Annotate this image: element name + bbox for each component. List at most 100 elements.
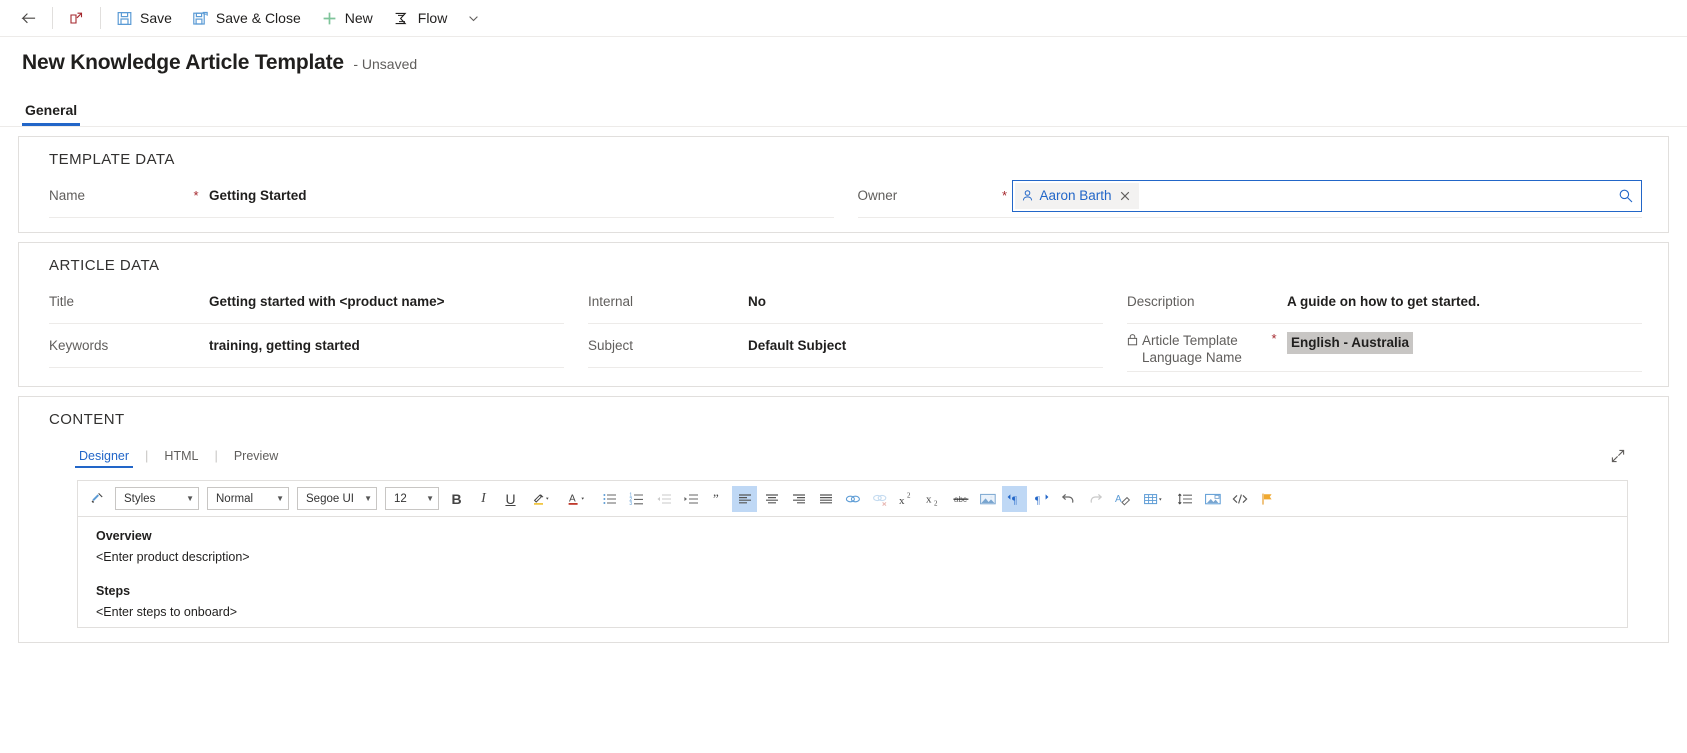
owner-pill-name: Aaron Barth (1039, 188, 1112, 203)
insert-link-icon[interactable] (840, 486, 865, 512)
editor-content-area[interactable]: Overview <Enter product description> Ste… (78, 517, 1627, 627)
form-tab-strip: General (0, 93, 1687, 127)
align-left-icon[interactable] (732, 485, 757, 512)
rich-text-editor: Styles ▼ Normal ▼ Segoe UI ▼ 12 ▼ B I U (77, 480, 1628, 628)
text-highlight-icon[interactable] (525, 486, 559, 512)
decrease-indent-icon[interactable] (651, 486, 676, 512)
redo-icon[interactable] (1083, 486, 1108, 512)
save-label: Save (140, 10, 172, 26)
italic-button[interactable]: I (471, 486, 496, 512)
chevron-down-icon: ▼ (426, 494, 434, 503)
chevron-down-icon: ▼ (364, 494, 372, 503)
font-color-icon[interactable]: A (561, 486, 595, 512)
chevron-down-icon (467, 12, 480, 25)
owner-lookup-input[interactable]: Aaron Barth (1011, 179, 1642, 212)
subscript-icon[interactable]: x2 (921, 486, 946, 512)
field-value-name[interactable]: Getting Started (203, 187, 834, 205)
right-to-left-icon[interactable]: ¶ (1029, 486, 1054, 512)
line-spacing-icon[interactable] (1173, 486, 1198, 512)
editor-heading-overview: Overview (96, 529, 152, 543)
save-button[interactable]: Save (106, 0, 182, 37)
bulleted-list-icon[interactable] (597, 486, 622, 512)
close-icon[interactable] (1118, 190, 1132, 202)
svg-text:¶: ¶ (1035, 494, 1040, 506)
bold-button[interactable]: B (444, 486, 469, 512)
field-label-keywords: Keywords (49, 338, 109, 353)
align-justify-icon[interactable] (813, 486, 838, 512)
field-row-article-template-language-name: Article Template Language Name * English… (1127, 324, 1642, 372)
field-value-article-template-language-name[interactable]: English - Australia (1287, 332, 1414, 354)
popout-button[interactable] (58, 0, 95, 37)
tab-preview[interactable]: Preview (232, 449, 280, 468)
field-row-description: Description A guide on how to get starte… (1127, 280, 1642, 324)
editor-tab-strip: Designer | HTML | Preview (33, 434, 1654, 468)
field-label-internal: Internal (588, 294, 634, 309)
paragraph-format-select[interactable]: Normal ▼ (207, 487, 289, 510)
insert-picture-icon[interactable] (1200, 486, 1225, 512)
insert-table-icon[interactable] (1137, 486, 1171, 512)
flow-chevron-button[interactable] (457, 0, 490, 37)
field-label-text: Article Template Language Name (1142, 333, 1242, 365)
undo-icon[interactable] (1056, 486, 1081, 512)
field-value-keywords[interactable]: training, getting started (203, 337, 564, 355)
section-article-data-title: ARTICLE DATA (49, 257, 160, 274)
remove-link-icon[interactable] (867, 486, 892, 512)
search-icon[interactable] (1618, 188, 1634, 204)
field-row-subject: Subject Default Subject (588, 324, 1103, 368)
field-row-title: Title Getting started with <product name… (49, 280, 564, 324)
strikethrough-icon[interactable]: abc (948, 486, 973, 512)
align-center-icon[interactable] (759, 486, 784, 512)
editor-paragraph-steps-onboard: <Enter steps to onboard> (96, 605, 238, 619)
field-value-description[interactable]: A guide on how to get started. (1281, 293, 1642, 311)
field-label-subject: Subject (588, 338, 634, 353)
save-and-close-button[interactable]: Save & Close (182, 0, 311, 37)
left-to-right-icon[interactable]: ¶ (1002, 485, 1027, 512)
code-view-icon[interactable] (1227, 486, 1252, 512)
required-marker: * (193, 187, 199, 203)
numbered-list-icon[interactable]: 123 (624, 486, 649, 512)
field-value-subject[interactable]: Default Subject (742, 337, 1103, 355)
tab-designer[interactable]: Designer (74, 449, 134, 468)
field-label-description: Description (1127, 294, 1195, 309)
required-marker: * (1001, 187, 1008, 203)
field-row-owner: Owner * Aaron Barth (857, 174, 1642, 218)
increase-indent-icon[interactable] (678, 486, 703, 512)
flag-icon[interactable] (1254, 486, 1279, 512)
new-button[interactable]: New (311, 0, 383, 37)
svg-text:2: 2 (907, 491, 911, 499)
divider (100, 7, 101, 29)
lock-icon (1127, 333, 1138, 346)
back-button[interactable] (10, 0, 47, 37)
svg-text:¶: ¶ (1012, 494, 1017, 506)
chevron-down-icon: ▼ (186, 494, 194, 503)
underline-button[interactable]: U (498, 486, 523, 512)
tab-general-label: General (25, 102, 78, 118)
flow-button[interactable]: Flow (383, 0, 458, 37)
editor-heading-steps: Steps (96, 584, 131, 598)
rich-text-toolbar: Styles ▼ Normal ▼ Segoe UI ▼ 12 ▼ B I U (78, 481, 1627, 517)
section-content: CONTENT Designer | HTML | Preview Styles… (18, 396, 1669, 643)
clear-formatting-icon[interactable]: A (1110, 486, 1135, 512)
save-and-close-icon (192, 10, 209, 27)
block-quote-icon[interactable]: ” (705, 486, 730, 512)
insert-image-icon[interactable] (975, 486, 1000, 512)
field-value-title[interactable]: Getting started with <product name> (203, 293, 564, 311)
font-family-select[interactable]: Segoe UI ▼ (297, 487, 377, 510)
format-painter-icon[interactable] (85, 486, 110, 512)
back-arrow-icon (20, 10, 37, 27)
divider: | (145, 448, 149, 463)
owner-pill[interactable]: Aaron Barth (1014, 182, 1139, 209)
field-row-name: Name * Getting Started (49, 174, 834, 218)
tab-general[interactable]: General (22, 102, 81, 126)
font-size-select[interactable]: 12 ▼ (385, 487, 439, 510)
align-right-icon[interactable] (786, 486, 811, 512)
svg-text:3: 3 (629, 501, 632, 507)
svg-text:”: ” (713, 491, 719, 506)
styles-select[interactable]: Styles ▼ (115, 487, 199, 510)
field-value-internal[interactable]: No (742, 293, 1103, 311)
tab-html[interactable]: HTML (162, 449, 200, 468)
section-template-data-title: TEMPLATE DATA (49, 151, 175, 168)
field-label-title: Title (49, 294, 75, 309)
superscript-icon[interactable]: x2 (894, 486, 919, 512)
expand-diagonal-icon[interactable] (1610, 448, 1626, 468)
